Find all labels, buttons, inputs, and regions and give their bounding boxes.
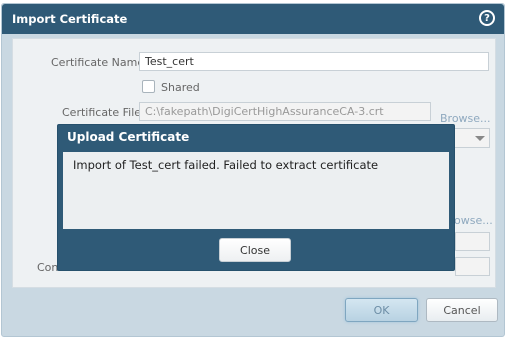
confirm-passphrase-input-partial[interactable] [455, 257, 490, 276]
error-message: Import of Test_cert failed. Failed to ex… [73, 158, 379, 172]
help-icon[interactable]: ? [479, 10, 495, 26]
dialog-titlebar: Import Certificate ? [2, 4, 504, 34]
format-select[interactable] [453, 128, 490, 148]
close-button[interactable]: Close [219, 238, 291, 262]
ok-button[interactable]: OK [345, 298, 418, 322]
modal-title: Upload Certificate [67, 130, 190, 144]
confirm-passphrase-label-partial: Con [37, 261, 59, 274]
cancel-button[interactable]: Cancel [426, 298, 498, 322]
browse-link-secondary[interactable]: owse... [454, 214, 493, 227]
certificate-file-label: Certificate File [62, 106, 142, 119]
key-file-input-partial[interactable] [455, 232, 490, 251]
certificate-name-input[interactable] [139, 52, 489, 71]
chevron-down-icon [475, 136, 485, 141]
upload-certificate-modal: Upload Certificate Import of Test_cert f… [57, 124, 455, 271]
dialog-title: Import Certificate [12, 12, 128, 26]
shared-label: Shared [161, 81, 200, 94]
certificate-file-input[interactable] [139, 102, 431, 121]
certificate-name-label: Certificate Name [51, 56, 145, 69]
shared-checkbox[interactable] [142, 80, 155, 93]
modal-body: Import of Test_cert failed. Failed to ex… [63, 152, 449, 229]
